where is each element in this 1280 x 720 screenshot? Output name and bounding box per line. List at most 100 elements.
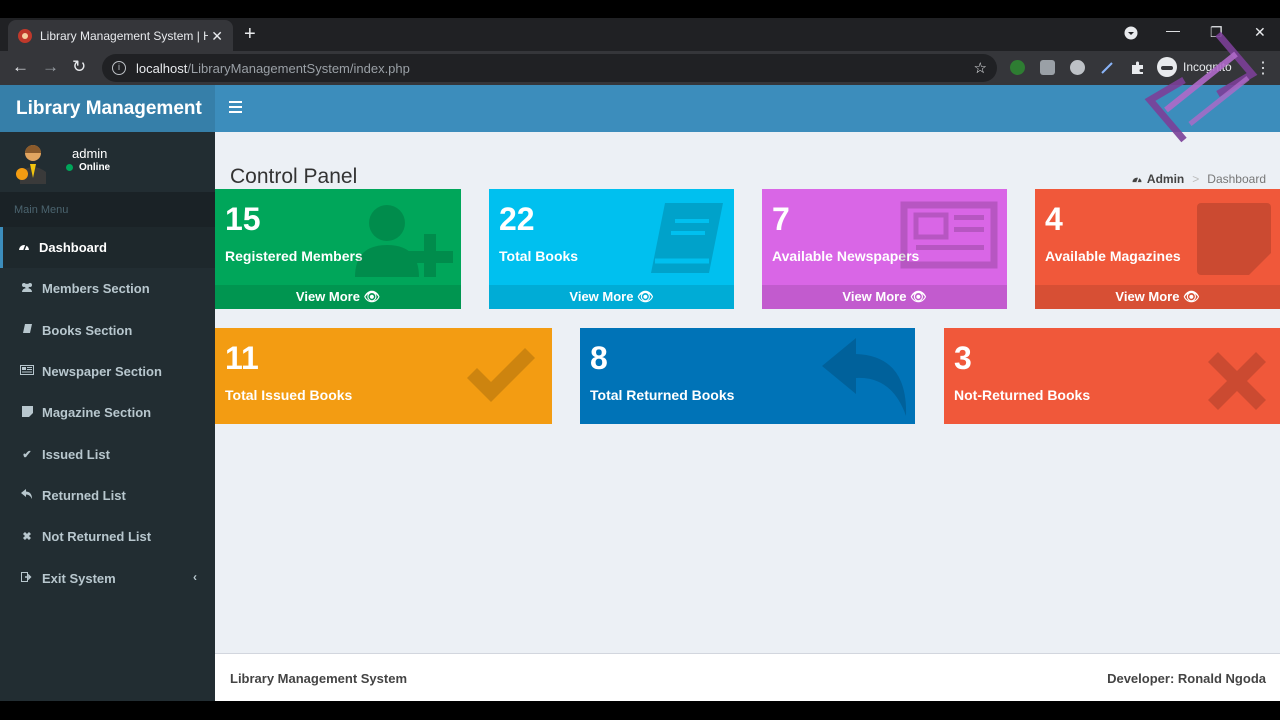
sidebar-item-label: Exit System [42, 570, 116, 586]
bottom-black-bar [0, 701, 1280, 720]
tab-title: Library Management System | Ho [40, 28, 208, 43]
address-row: ← → ↻ i localhost/LibraryManagementSyste… [0, 51, 1280, 85]
stat-box-total-issued-books: 11 Total Issued Books [215, 328, 552, 424]
app-page: Library Management admin Online Main Men… [0, 85, 1280, 701]
user-status-label: Online [79, 162, 111, 173]
stat-number: 7 [772, 201, 790, 237]
tab-close-icon[interactable]: ✕ [211, 28, 223, 45]
avatar [16, 145, 46, 184]
breadcrumb: Admin > Dashboard [1131, 172, 1266, 186]
stat-number: 3 [954, 340, 972, 376]
stat-box-registered-members: 15 Registered Members View More 👁 [215, 189, 461, 309]
address-bar[interactable]: i localhost/LibraryManagementSystem/inde… [102, 54, 997, 82]
reply-icon [20, 488, 34, 502]
sidebar-item-magazine[interactable]: Magazine Section [0, 392, 215, 433]
sign-out-icon [20, 571, 34, 585]
url-path: /LibraryManagementSystem/index.php [187, 60, 410, 76]
eye-icon: 👁 [1183, 289, 1200, 304]
sticky-note-icon [1197, 203, 1271, 275]
dashboard-icon [17, 241, 31, 254]
sidebar-item-not-returned-list[interactable]: ✖ Not Returned List [0, 516, 215, 557]
eye-icon: 👁 [910, 289, 927, 304]
sidebar-item-label: Returned List [42, 487, 126, 503]
tab-bar: Library Management System | Ho ✕ + — ❐ ✕ [0, 18, 1280, 51]
site-info-icon[interactable]: i [112, 61, 126, 75]
stat-box-not-returned-books: 3 Not-Returned Books [944, 328, 1280, 424]
user-panel: admin Online [0, 132, 215, 192]
page-title: Control Panel [230, 165, 358, 188]
stat-box-total-books: 22 Total Books View More 👁 [489, 189, 734, 309]
stat-label: Not-Returned Books [954, 387, 1091, 403]
view-more-link[interactable]: View More 👁 [762, 285, 1007, 309]
stat-number: 4 [1045, 201, 1063, 237]
breadcrumb-separator: > [1192, 172, 1200, 186]
online-dot-icon [66, 164, 73, 171]
footer-developer: Developer: Ronald Ngoda [1107, 671, 1266, 686]
eye-icon: 👁 [363, 289, 381, 304]
top-black-bar [0, 0, 1280, 18]
sidebar-item-label: Members Section [42, 281, 150, 297]
book-icon [20, 323, 34, 337]
sidebar-item-exit-system[interactable]: Exit System ‹ [0, 557, 215, 598]
sidebar-toggle-icon[interactable] [229, 101, 242, 113]
brand-logo[interactable]: Library Management [0, 85, 215, 132]
browser-window: Library Management System | Ho ✕ + — ❐ ✕… [0, 0, 1280, 720]
reload-icon[interactable]: ↻ [72, 58, 86, 76]
bookmark-star-icon[interactable]: ☆ [974, 59, 987, 77]
view-more-link[interactable]: View More 👁 [489, 285, 734, 309]
watermark-chevron-logo [1144, 31, 1258, 143]
stat-label: Registered Members [225, 248, 363, 264]
sidebar: admin Online Main Menu Dashboard Members… [0, 132, 215, 701]
camera-extension-icon[interactable] [1040, 60, 1055, 75]
times-icon: ✖ [22, 531, 32, 544]
sidebar-item-returned-list[interactable]: Returned List [0, 475, 215, 516]
browser-tab[interactable]: Library Management System | Ho ✕ [8, 20, 233, 51]
newspaper-icon [900, 201, 998, 269]
stat-number: 22 [499, 201, 535, 237]
pen-extension-icon[interactable] [1100, 60, 1115, 75]
book-icon [651, 203, 723, 273]
user-name: admin [72, 146, 108, 161]
chevron-left-icon: ‹ [193, 570, 197, 585]
sidebar-item-label: Magazine Section [42, 405, 152, 421]
eye-icon: 👁 [637, 289, 654, 304]
back-icon[interactable]: ← [12, 58, 29, 76]
sidebar-menu: Dashboard Members Section Books Section [0, 227, 215, 599]
stat-label: Available Magazines [1045, 248, 1181, 264]
sticky-note-icon [20, 405, 34, 420]
sidebar-item-issued-list[interactable]: ✔ Issued List [0, 433, 215, 474]
view-more-link[interactable]: View More 👁 [1035, 285, 1280, 309]
new-tab-icon[interactable]: + [244, 24, 256, 44]
footer-app-name: Library Management System [230, 671, 408, 686]
breadcrumb-current: Dashboard [1207, 172, 1266, 186]
user-plus-icon [355, 205, 453, 277]
dashboard-icon [1131, 172, 1143, 186]
stat-label: Total Issued Books [225, 387, 353, 403]
sidebar-item-label: Newspaper Section [42, 364, 162, 380]
stat-box-total-returned-books: 8 Total Returned Books [580, 328, 915, 424]
url-host: localhost [136, 60, 188, 76]
breadcrumb-admin-link[interactable]: Admin [1147, 172, 1184, 186]
tab-search-icon[interactable] [1124, 26, 1138, 43]
stat-label: Available Newspapers [772, 248, 920, 264]
reply-icon [822, 338, 907, 416]
users-icon [20, 282, 34, 295]
sidebar-item-label: Dashboard [39, 240, 107, 256]
site-favicon-icon [18, 28, 32, 43]
stat-number: 15 [225, 201, 261, 237]
sidebar-item-members[interactable]: Members Section [0, 268, 215, 309]
sidebar-item-newspaper[interactable]: Newspaper Section [0, 351, 215, 392]
cloud-extension-icon[interactable] [1070, 60, 1085, 75]
extension-green-icon[interactable] [1010, 60, 1025, 75]
menu-header: Main Menu [0, 192, 215, 227]
stat-number: 11 [225, 340, 259, 376]
stat-box-available-newspapers: 7 Available Newspapers View More 👁 [762, 189, 1007, 309]
user-status: Online [66, 162, 110, 173]
view-more-link[interactable]: View More 👁 [215, 285, 461, 309]
sidebar-item-dashboard[interactable]: Dashboard [0, 227, 215, 269]
newspaper-icon [20, 365, 34, 378]
forward-icon[interactable]: → [42, 58, 59, 76]
top-navbar [215, 85, 1280, 132]
sidebar-item-label: Not Returned List [42, 529, 152, 545]
sidebar-item-books[interactable]: Books Section [0, 310, 215, 351]
